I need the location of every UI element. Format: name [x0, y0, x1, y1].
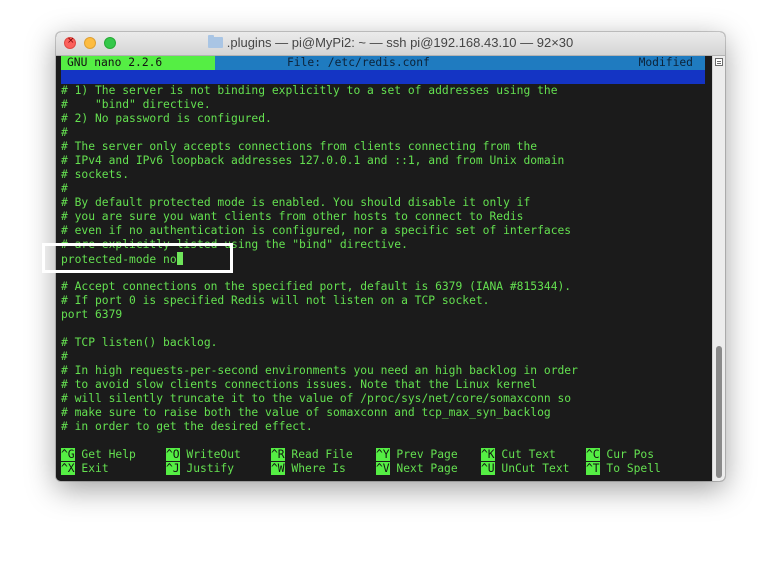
- file-line: # sockets.: [61, 168, 130, 181]
- shortcut-label: To Spell: [606, 462, 661, 475]
- nano-modified-status: Modified: [638, 56, 693, 69]
- file-line: # IPv4 and IPv6 loopback addresses 127.0…: [61, 154, 565, 167]
- window-titlebar[interactable]: × .plugins — pi@MyPi2: ~ — ssh pi@192.16…: [56, 32, 725, 56]
- shortcut-key: ^O: [166, 448, 180, 461]
- file-line: # "bind" directive.: [61, 98, 211, 111]
- file-line: # The server only accepts connections fr…: [61, 140, 538, 153]
- shortcut-get-help[interactable]: ^G Get Help: [61, 448, 136, 462]
- shortcut-key: ^R: [271, 448, 285, 461]
- shortcut-key: ^X: [61, 462, 75, 475]
- file-line: # even if no authentication is configure…: [61, 224, 572, 237]
- file-line: # By default protected mode is enabled. …: [61, 196, 531, 209]
- shortcut-exit[interactable]: ^X Exit: [61, 462, 109, 476]
- file-line: # make sure to raise both the value of s…: [61, 406, 551, 419]
- shortcut-cut-text[interactable]: ^K Cut Text: [481, 448, 556, 462]
- shortcut-label: Cur Pos: [606, 448, 655, 461]
- file-line: # TCP listen() backlog.: [61, 336, 218, 349]
- file-line: #: [61, 350, 68, 363]
- shortcut-uncut-text[interactable]: ^U UnCut Text: [481, 462, 569, 476]
- shortcut-key: ^T: [586, 462, 600, 475]
- shortcut-to-spell[interactable]: ^T To Spell: [586, 462, 661, 476]
- shortcut-cur-pos[interactable]: ^C Cur Pos: [586, 448, 654, 462]
- file-line: # 2) No password is configured.: [61, 112, 272, 125]
- shortcut-label: Prev Page: [396, 448, 458, 461]
- shortcut-label: Next Page: [396, 462, 458, 475]
- shortcut-key: ^W: [271, 462, 285, 475]
- annotation-highlight-box: [42, 243, 233, 273]
- shortcut-key: ^C: [586, 448, 600, 461]
- file-line: # If port 0 is specified Redis will not …: [61, 294, 490, 307]
- scrollbar-thumb[interactable]: [716, 346, 722, 478]
- vertical-scrollbar[interactable]: [712, 56, 725, 481]
- shortcut-key: ^G: [61, 448, 75, 461]
- shortcut-key: ^J: [166, 462, 180, 475]
- split-pane-icon[interactable]: [715, 58, 723, 66]
- shortcut-prev-page[interactable]: ^Y Prev Page: [376, 448, 458, 462]
- file-line: # 1) The server is not binding explicitl…: [61, 84, 558, 97]
- file-line: #: [61, 182, 68, 195]
- file-line: #: [61, 126, 68, 139]
- shortcut-label: WriteOut: [186, 448, 241, 461]
- folder-icon: [207, 35, 223, 48]
- shortcut-next-page[interactable]: ^V Next Page: [376, 462, 458, 476]
- file-line: # Accept connections on the specified po…: [61, 280, 572, 293]
- nano-version: GNU nano 2.2.6: [61, 56, 215, 70]
- shortcut-key: ^U: [481, 462, 495, 475]
- shortcut-where-is[interactable]: ^W Where Is: [271, 462, 346, 476]
- nano-title-bar: GNU nano 2.2.6 File: /etc/redis.conf Mod…: [61, 56, 705, 70]
- nano-blank-bar: [61, 70, 705, 84]
- shortcut-label: Exit: [81, 462, 109, 475]
- shortcut-key: ^K: [481, 448, 495, 461]
- file-line: # you are sure you want clients from oth…: [61, 210, 524, 223]
- shortcut-justify[interactable]: ^J Justify: [166, 462, 234, 476]
- shortcut-label: Cut Text: [501, 448, 556, 461]
- shortcut-label: Justify: [186, 462, 235, 475]
- nano-filename: File: /etc/redis.conf: [287, 56, 430, 69]
- shortcut-label: UnCut Text: [501, 462, 570, 475]
- file-line: # to avoid slow clients connections issu…: [61, 378, 538, 391]
- shortcut-label: Where Is: [291, 462, 346, 475]
- file-line: port 6379: [61, 308, 123, 321]
- shortcut-read-file[interactable]: ^R Read File: [271, 448, 353, 462]
- file-line: # In high requests-per-second environmen…: [61, 364, 578, 377]
- window-title: .plugins — pi@MyPi2: ~ — ssh pi@192.168.…: [56, 35, 725, 50]
- file-line: # will silently truncate it to the value…: [61, 392, 572, 405]
- shortcut-key: ^V: [376, 462, 390, 475]
- window-title-text: .plugins — pi@MyPi2: ~ — ssh pi@192.168.…: [226, 35, 574, 50]
- shortcut-key: ^Y: [376, 448, 390, 461]
- shortcut-writeout[interactable]: ^O WriteOut: [166, 448, 241, 462]
- shortcut-label: Read File: [291, 448, 353, 461]
- shortcut-label: Get Help: [81, 448, 136, 461]
- file-line: # in order to get the desired effect.: [61, 420, 313, 433]
